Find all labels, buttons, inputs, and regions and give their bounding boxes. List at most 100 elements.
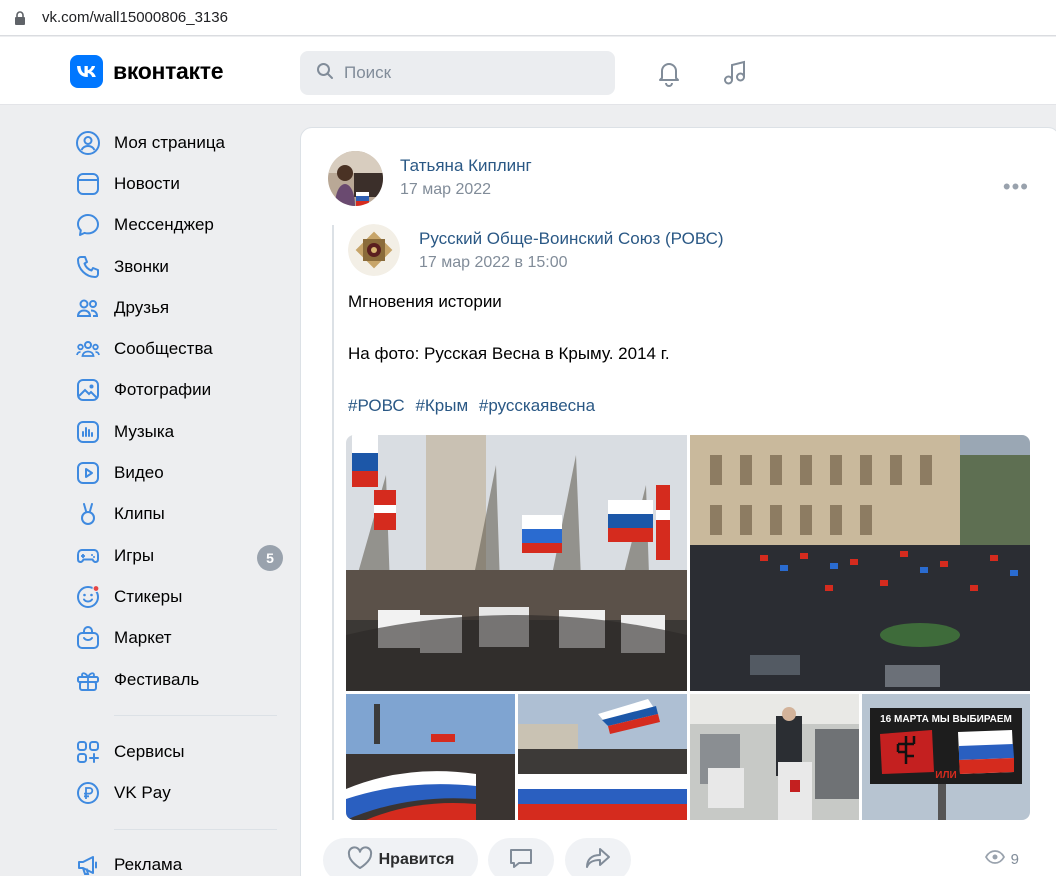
like-button[interactable]: Нравится — [323, 838, 478, 876]
post-text-line: Мгновения истории — [348, 292, 502, 311]
sidebar-item-friends[interactable]: Друзья — [70, 287, 285, 328]
eye-icon — [984, 850, 1005, 868]
search-icon — [316, 62, 334, 85]
sidebar-item-news[interactable]: Новости — [70, 163, 285, 204]
repost-indicator-line — [332, 225, 334, 820]
sidebar-item-my-page[interactable]: Моя страница — [70, 122, 285, 163]
comment-icon — [508, 846, 534, 875]
sidebar-item-label: Маркет — [114, 628, 172, 648]
sidebar-item-label: VK Pay — [114, 783, 171, 803]
wall-post-card: Татьяна Киплинг 17 мар 2022 ••• Русский … — [300, 127, 1056, 876]
post-author-name[interactable]: Татьяна Киплинг — [400, 156, 532, 176]
post-hashtags: #РОВС #Крым #русскаявесна — [348, 396, 601, 416]
sidebar-item-label: Клипы — [114, 504, 165, 524]
gift-icon — [74, 666, 102, 694]
url-text[interactable]: vk.com/wall15000806_3136 — [42, 9, 228, 26]
sidebar-item-label: Музыка — [114, 421, 175, 441]
clips-icon — [74, 500, 102, 528]
vkpay-ruble-icon — [74, 779, 102, 807]
photo-icon — [74, 376, 102, 404]
sidebar-item-label: Новости — [114, 173, 180, 193]
search-input[interactable]: Поиск — [300, 51, 615, 95]
sidebar-item-photos[interactable]: Фотографии — [70, 370, 285, 411]
heart-icon — [347, 845, 373, 875]
sidebar-item-label: Сообщества — [114, 339, 213, 359]
sidebar-item-label: Мессенджер — [114, 215, 214, 235]
communities-icon — [74, 335, 102, 363]
sidebar-item-label: Фотографии — [114, 380, 212, 400]
hashtag-link[interactable]: #Крым — [415, 396, 468, 415]
sidebar-item-services[interactable]: Сервисы — [70, 731, 285, 772]
comment-button[interactable] — [488, 838, 554, 876]
sidebar-divider — [114, 828, 277, 830]
left-sidebar: Моя страница Новости Мессенджер Звонки Д… — [70, 122, 285, 876]
hashtag-link[interactable]: #РОВС — [348, 396, 405, 415]
sidebar-item-communities[interactable]: Сообщества — [70, 328, 285, 369]
lock-icon — [14, 10, 26, 25]
sidebar-item-clips[interactable]: Клипы — [70, 494, 285, 535]
news-icon — [74, 170, 102, 198]
video-icon — [74, 459, 102, 487]
sidebar-item-label: Моя страница — [114, 132, 226, 152]
logo-text: вконтакте — [113, 58, 224, 84]
source-group-avatar[interactable] — [348, 224, 400, 276]
sidebar-item-label: Фестиваль — [114, 669, 200, 689]
sidebar-divider — [114, 715, 277, 717]
gamepad-icon — [74, 542, 102, 570]
post-date[interactable]: 17 мар 2022 — [400, 181, 491, 199]
more-options-icon[interactable]: ••• — [1003, 174, 1029, 200]
sidebar-item-label: Игры — [114, 545, 155, 565]
sidebar-item-label: Реклама — [114, 855, 183, 875]
market-bag-icon — [74, 624, 102, 652]
sidebar-item-label: Звонки — [114, 256, 169, 276]
user-circle-icon — [74, 129, 102, 157]
views-counter: 9 — [984, 850, 1019, 868]
sidebar-item-market[interactable]: Маркет — [70, 618, 285, 659]
games-count-badge: 5 — [257, 544, 283, 571]
post-photo-crowd[interactable] — [690, 435, 1030, 691]
billboard-top-text: 16 МАРТА МЫ ВЫБИРАЕМ — [880, 714, 1012, 725]
sidebar-item-label: Сервисы — [114, 741, 185, 761]
source-post-date[interactable]: 17 мар 2022 в 15:00 — [419, 254, 568, 272]
vk-logo-icon — [70, 55, 103, 88]
bell-icon[interactable] — [654, 58, 684, 88]
sidebar-item-label: Друзья — [114, 297, 170, 317]
chat-bubble-icon — [74, 211, 102, 239]
sidebar-item-label: Стикеры — [114, 586, 183, 606]
sidebar-item-messenger[interactable]: Мессенджер — [70, 205, 285, 246]
sticker-icon — [74, 583, 102, 611]
megaphone-icon — [74, 851, 102, 876]
browser-address-bar: vk.com/wall15000806_3136 — [0, 0, 1056, 36]
sidebar-item-label: Видео — [114, 463, 164, 483]
sidebar-item-stickers[interactable]: Стикеры — [70, 576, 285, 617]
friends-icon — [74, 294, 102, 322]
music-icon — [74, 418, 102, 446]
billboard-bottom-text: ИЛИ — [935, 770, 956, 781]
sidebar-item-calls[interactable]: Звонки — [70, 246, 285, 287]
like-label: Нравится — [378, 851, 455, 868]
post-photo-billboard[interactable]: 16 МАРТА МЫ ВЫБИРАЕМ ИЛИ — [862, 694, 1030, 820]
music-note-icon[interactable] — [720, 58, 750, 88]
vk-logo[interactable]: вконтакте — [70, 55, 224, 88]
hashtag-link[interactable]: #русскаявесна — [479, 396, 595, 415]
share-button[interactable] — [565, 838, 631, 876]
post-text-line: На фото: Русская Весна в Крыму. 2014 г. — [348, 344, 670, 363]
sidebar-item-video[interactable]: Видео — [70, 452, 285, 493]
post-photo-voting[interactable] — [690, 694, 859, 820]
site-header: вконтакте Поиск — [0, 37, 1056, 105]
author-avatar[interactable] — [328, 151, 383, 206]
post-photo-flag-crowd[interactable] — [346, 694, 515, 820]
services-grid-icon — [74, 738, 102, 766]
sidebar-item-games[interactable]: Игры 5 — [70, 535, 285, 576]
phone-icon — [74, 253, 102, 281]
sidebar-item-music[interactable]: Музыка — [70, 411, 285, 452]
source-group-name[interactable]: Русский Обще-Воинский Союз (РОВС) — [419, 229, 724, 249]
post-photo-rally[interactable] — [346, 435, 687, 691]
post-photo-big-flag[interactable] — [518, 694, 687, 820]
search-placeholder: Поиск — [344, 63, 392, 82]
views-count: 9 — [1010, 850, 1019, 868]
sidebar-item-vkpay[interactable]: VK Pay — [70, 772, 285, 813]
sidebar-item-festival[interactable]: Фестиваль — [70, 659, 285, 700]
share-arrow-icon — [584, 846, 612, 875]
sidebar-item-ads[interactable]: Реклама — [70, 845, 285, 876]
